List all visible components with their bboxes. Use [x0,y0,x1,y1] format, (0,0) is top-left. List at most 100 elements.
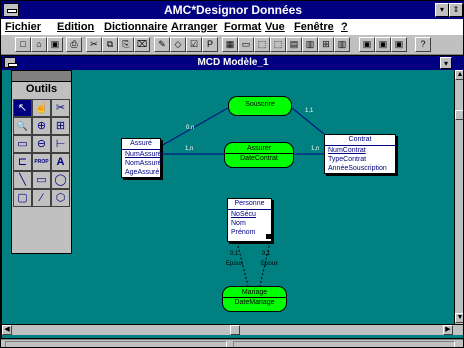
entity-identifier: NumAssuré [125,151,162,158]
scissors-tool-icon[interactable]: ✂ [51,99,70,117]
entity-attribute: Prénom [231,229,256,236]
scroll-up-button[interactable]: ▲ [455,70,463,80]
tools-palette-title: Outils [25,83,58,95]
menu-help[interactable]: ? [341,21,348,33]
entity-contrat[interactable]: Contrat NumContrat TypeContrat AnnéeSous… [324,134,396,174]
horizontal-scrollbar[interactable]: ◀ ▶ [2,324,463,335]
menu-format[interactable]: Format [224,21,261,33]
menu-fenetre[interactable]: Fenêtre [294,21,334,33]
layout-4-icon[interactable]: ⬚ [270,37,286,52]
role-label-right: Epoux [261,261,279,267]
status-bar [1,339,463,347]
vertical-scrollbar[interactable]: ▲ ▼ [454,70,463,324]
layout-3-icon[interactable]: ⬚ [254,37,270,52]
association-name: Assurer [246,145,272,152]
window-2-icon[interactable]: ▣ [375,37,391,52]
polygon-tool-icon[interactable]: ⬡ [51,189,70,207]
zoom-page-tool-icon[interactable]: ⊞ [51,117,70,135]
layout-7-icon[interactable]: ⊞ [318,37,334,52]
menu-edition[interactable]: Edition [57,21,94,33]
toolbar: □ ⌂ ▣ ⎙ ✂ ⧉ ⎘ ⌧ ✎ ◇ ☑ P ▦ ▭ ⬚ ⬚ ▤ ▥ ⊞ ▥ … [1,35,463,55]
zoom-fit-tool-icon[interactable]: ⊕ [32,117,51,135]
polyline-tool-icon[interactable]: ∕ [32,189,51,207]
rounded-rect-tool-icon[interactable]: ▢ [13,189,32,207]
window-1-icon[interactable]: ▣ [359,37,375,52]
entity-tool-icon[interactable]: ▭ [13,135,32,153]
association-tool-icon[interactable]: ⊖ [32,135,51,153]
menu-fichier[interactable]: Fichier [5,21,41,33]
menu-dictionnaire[interactable]: Dictionnaire [104,21,168,33]
entity-attribute: AnnéeSouscription [328,165,387,172]
save-icon[interactable]: ▣ [47,37,63,52]
print-icon[interactable]: ⎙ [66,37,82,52]
tools-palette-header[interactable] [12,71,71,82]
vertical-scroll-thumb[interactable] [455,110,463,120]
selection-handle[interactable] [266,234,271,239]
menu-vue[interactable]: Vue [265,21,285,33]
check-model-icon[interactable]: ☑ [186,37,202,52]
association-name: Souscrire [245,101,275,108]
entity-attribute: AgeAssuré [125,169,160,176]
cut-icon[interactable]: ✂ [86,37,102,52]
pointer-tool-icon[interactable]: ↖ [13,99,32,117]
parameters-icon[interactable]: P [202,37,218,52]
cardinality-personne-mariage-right: 0,1 [262,251,271,257]
association-attribute: DateContrat [225,153,293,163]
menu-bar: Fichier Edition Dictionnaire Arranger Fo… [1,19,463,35]
copy-icon[interactable]: ⧉ [102,37,118,52]
entity-attribute: Nom [231,220,246,227]
link-tool-icon[interactable]: ⊏ [13,153,32,171]
restore-button[interactable]: ⇕ [449,3,463,17]
entity-personne[interactable]: Personne NoSécu Nom Prénom [227,198,272,242]
entity-attribute: NomAssuré [125,160,162,167]
hand-tool-icon[interactable]: ☝ [32,99,51,117]
tools-palette: Outils ↖ ☝ ✂ 🔍 ⊕ ⊞ ▭ ⊖ ⊢ ⊏ PROP A ╲ ▭ ◯ … [11,70,72,254]
app-title: AMC*Designor Données [163,3,303,17]
cardinality-assure-souscrire: 0,n [186,125,195,131]
paste-icon[interactable]: ⎘ [118,37,134,52]
association-attribute: DateMariage [223,297,286,307]
application-window: AMC*Designor Données ▾ ⇕ Fichier Edition… [0,0,464,348]
association-souscrire[interactable]: Souscrire [228,96,292,116]
layout-1-icon[interactable]: ▦ [222,37,238,52]
scroll-down-button[interactable]: ▼ [455,313,463,323]
entity-name: Assuré [122,139,160,150]
menu-arranger[interactable]: Arranger [171,21,217,33]
layout-6-icon[interactable]: ▥ [302,37,318,52]
status-field-right [233,341,455,347]
rectangle-tool-icon[interactable]: ▭ [32,171,51,189]
role-label-left: Epoux [226,261,244,267]
association-mariage[interactable]: Mariage DateMariage [222,286,287,312]
eraser-icon[interactable]: ◇ [170,37,186,52]
window-3-icon[interactable]: ▣ [391,37,407,52]
help-icon[interactable]: ? [415,37,431,52]
layout-5-icon[interactable]: ▤ [286,37,302,52]
association-assurer[interactable]: Assurer DateContrat [224,142,294,168]
horizontal-scroll-thumb[interactable] [230,325,240,335]
entity-assure[interactable]: Assuré NumAssuré NomAssuré AgeAssuré [121,138,162,178]
zoom-tool-icon[interactable]: 🔍 [13,117,32,135]
mcd-model-window: MCD Modèle_1 ▾ Outils ↖ ☝ ✂ 🔍 ⊕ ⊞ ▭ ⊖ ⊢ … [1,55,463,339]
entity-name: Personne [228,199,271,210]
new-file-icon[interactable]: □ [15,37,31,52]
layout-2-icon[interactable]: ▭ [238,37,254,52]
entity-name: Contrat [325,135,395,146]
cardinality-assure-assurer: 1,n [185,146,194,152]
minimize-button[interactable]: ▾ [435,3,449,17]
open-file-icon[interactable]: ⌂ [31,37,47,52]
entity-identifier: NoSécu [231,211,256,218]
layout-8-icon[interactable]: ▥ [334,37,350,52]
title-bar: AMC*Designor Données ▾ ⇕ [1,1,463,19]
line-tool-icon[interactable]: ╲ [13,171,32,189]
text-tool-icon[interactable]: A [51,153,70,171]
entity-identifier: NumContrat [328,147,366,154]
link-assure-souscrire[interactable] [160,107,229,147]
clear-icon[interactable]: ⌧ [134,37,150,52]
properties-tool-icon[interactable]: PROP [32,153,51,171]
ellipse-tool-icon[interactable]: ◯ [51,171,70,189]
inheritance-tool-icon[interactable]: ⊢ [51,135,70,153]
pencil-icon[interactable]: ✎ [154,37,170,52]
scroll-left-button[interactable]: ◀ [2,325,12,335]
entity-attribute: TypeContrat [328,156,367,163]
scroll-right-button[interactable]: ▶ [443,325,453,335]
